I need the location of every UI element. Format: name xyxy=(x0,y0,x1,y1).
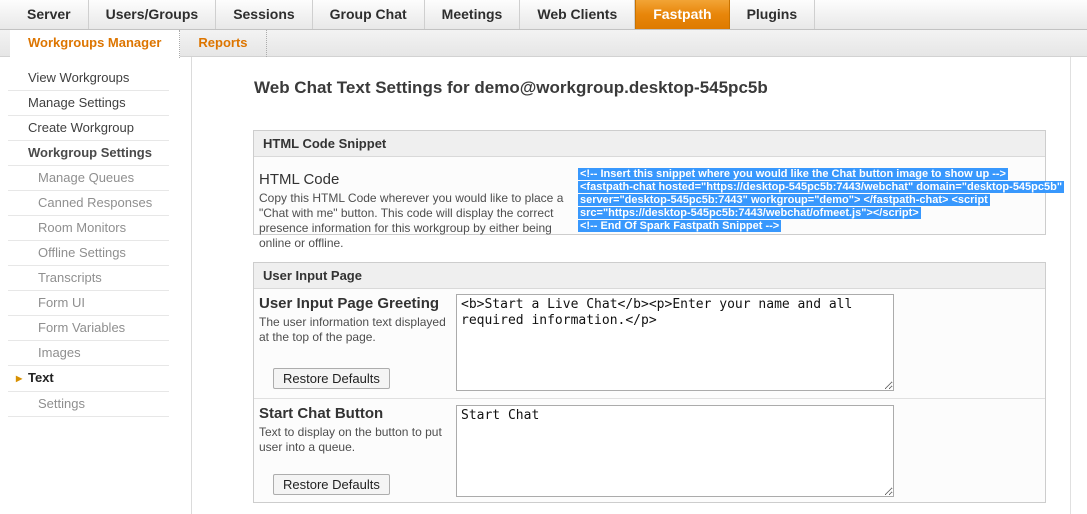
greeting-textarea[interactable]: <b>Start a Live Chat</b><p>Enter your na… xyxy=(456,294,894,391)
sidebar-item-label: Text xyxy=(28,370,54,385)
nav-tab[interactable]: Web Clients xyxy=(520,0,636,29)
sidebar-item-label: Offline Settings xyxy=(38,245,126,260)
sidebar-item[interactable]: Images xyxy=(8,341,169,366)
sidebar-item-label: Settings xyxy=(38,396,85,411)
sidebar-item[interactable]: Settings xyxy=(8,392,169,417)
subnav-tab[interactable]: Workgroups Manager xyxy=(10,30,181,58)
nav-tab-label: Meetings xyxy=(441,6,503,22)
sub-nav-bar: Workgroups Manager Reports xyxy=(0,30,1087,58)
sidebar-item-label: Form Variables xyxy=(38,320,126,335)
sidebar-item-label: Canned Responses xyxy=(38,195,153,210)
sidebar-item[interactable]: Create Workgroup xyxy=(8,116,169,141)
subnav-tab-label: Reports xyxy=(198,35,248,50)
sidebar-item[interactable]: Canned Responses xyxy=(8,191,169,216)
html-code-description: Copy this HTML Code wherever you would l… xyxy=(259,191,564,250)
startchat-row: Start Chat Button Text to display on the… xyxy=(254,399,1045,503)
sidebar-item[interactable]: ▶ Text xyxy=(8,366,169,392)
section-user-input: User Input Page User Input Page Greeting… xyxy=(253,262,1046,503)
selected-arrow-icon: ▶ xyxy=(16,374,23,383)
section-html-snippet: HTML Code Snippet HTML Code Copy this HT… xyxy=(253,130,1065,250)
main-nav-bar: Server Users/Groups Sessions Group Chat … xyxy=(0,0,1087,30)
sidebar-item[interactable]: Workgroup Settings xyxy=(8,141,169,166)
code-line: server="desktop-545pc5b:7443" workgroup=… xyxy=(578,194,990,206)
sidebar-item[interactable]: Offline Settings xyxy=(8,241,169,266)
html-code-label: HTML Code xyxy=(259,171,340,188)
nav-tab[interactable]: Plugins xyxy=(730,0,816,29)
startchat-description: Text to display on the button to put use… xyxy=(259,425,442,454)
sidebar-item-label: Create Workgroup xyxy=(28,120,134,135)
subnav-tab-label: Workgroups Manager xyxy=(28,35,162,50)
code-line: src="https://desktop-545pc5b:7443/webcha… xyxy=(578,207,921,219)
startchat-restore-button[interactable]: Restore Defaults xyxy=(273,474,390,495)
section-header: HTML Code Snippet xyxy=(254,131,1045,157)
sidebar-item-label: Images xyxy=(38,345,81,360)
sidebar-item-label: Workgroup Settings xyxy=(28,145,152,160)
greeting-restore-button[interactable]: Restore Defaults xyxy=(273,368,390,389)
greeting-row: User Input Page Greeting The user inform… xyxy=(254,289,1045,399)
subnav-tab[interactable]: Reports xyxy=(180,30,267,57)
page-title: Web Chat Text Settings for demo@workgrou… xyxy=(254,78,768,97)
code-line: <!-- Insert this snippet where you would… xyxy=(578,168,1008,180)
sidebar-item[interactable]: Manage Queues xyxy=(8,166,169,191)
nav-tab-label: Group Chat xyxy=(329,6,407,22)
sidebar-item[interactable]: Form UI xyxy=(8,291,169,316)
nav-tab[interactable]: Group Chat xyxy=(313,0,425,29)
sidebar-item[interactable]: Room Monitors xyxy=(8,216,169,241)
sidebar-item-label: Form UI xyxy=(38,295,85,310)
sidebar-item[interactable]: Form Variables xyxy=(8,316,169,341)
nav-tab-label: Users/Groups xyxy=(105,6,199,22)
startchat-textarea[interactable]: Start Chat xyxy=(456,405,894,497)
code-line: <!-- End Of Spark Fastpath Snippet --> xyxy=(578,220,782,232)
sidebar-item-label: Manage Settings xyxy=(28,95,126,110)
sidebar-item[interactable]: View Workgroups xyxy=(8,66,169,91)
startchat-label: Start Chat Button xyxy=(259,405,384,422)
sidebar-item[interactable]: Manage Settings xyxy=(8,91,169,116)
sidebar-item-label: Manage Queues xyxy=(38,170,135,185)
sidebar: View Workgroups Manage Settings Create W… xyxy=(0,57,192,514)
sidebar-item-label: View Workgroups xyxy=(28,70,130,85)
html-code-snippet[interactable]: <!-- Insert this snippet where you would… xyxy=(578,168,1065,233)
content-right-border xyxy=(1070,57,1071,514)
nav-tab[interactable]: Users/Groups xyxy=(89,0,217,29)
nav-tab-label: Web Clients xyxy=(537,6,618,22)
nav-tab[interactable]: Meetings xyxy=(425,0,521,29)
code-line: <fastpath-chat hosted="https://desktop-5… xyxy=(578,181,1065,193)
nav-tab-label: Sessions xyxy=(233,6,295,22)
greeting-label: User Input Page Greeting xyxy=(259,295,440,312)
nav-tab[interactable]: Sessions xyxy=(216,0,313,29)
nav-tab[interactable]: Fastpath xyxy=(635,0,730,29)
greeting-description: The user information text displayed at t… xyxy=(259,315,446,344)
nav-tab-label: Fastpath xyxy=(653,6,712,22)
sidebar-item[interactable]: Transcripts xyxy=(8,266,169,291)
sidebar-item-label: Room Monitors xyxy=(38,220,127,235)
section-header: User Input Page xyxy=(254,263,1045,289)
nav-tab-label: Plugins xyxy=(746,6,798,22)
sidebar-item-label: Transcripts xyxy=(38,270,102,285)
nav-tab[interactable]: Server xyxy=(10,0,89,29)
nav-tab-label: Server xyxy=(27,6,71,22)
